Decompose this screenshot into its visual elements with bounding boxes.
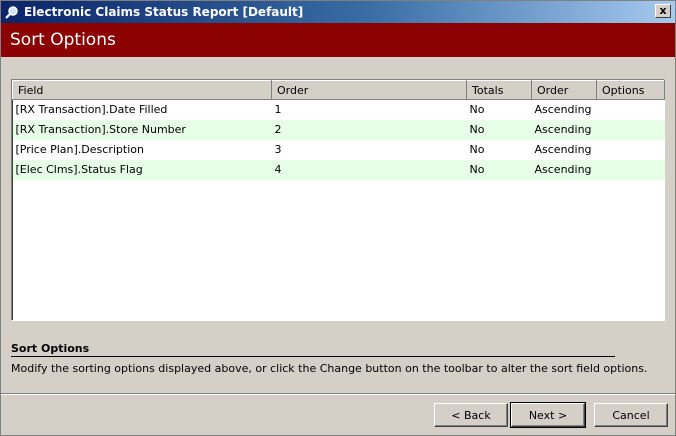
description-title: Sort Options	[11, 342, 90, 355]
cell-order: 1	[274, 103, 282, 117]
cell-direction: Ascending	[534, 143, 592, 156]
cell-totals: No	[466, 159, 532, 180]
description-text: Modify the sorting options displayed abo…	[11, 362, 648, 375]
description-divider	[11, 356, 615, 357]
magnifier-icon	[4, 4, 20, 20]
footer-separator	[1, 393, 675, 395]
table-row[interactable]: [Price Plan].Description 3 No Ascending	[13, 140, 665, 160]
table-row[interactable]: [RX Transaction].Date Filled 1 No Ascend…	[13, 100, 665, 120]
dialog-window: Electronic Claims Status Report [Default…	[0, 0, 676, 436]
column-header-totals[interactable]: Totals	[466, 80, 532, 100]
cell-direction: Ascending	[534, 103, 592, 117]
cell-options	[596, 119, 665, 140]
cell-direction: Ascending	[531, 159, 597, 180]
cell-totals: No	[469, 103, 485, 117]
cell-order: 4	[271, 159, 467, 180]
cancel-button[interactable]: Cancel	[594, 403, 668, 427]
cell-totals: No	[469, 143, 485, 156]
table-row[interactable]: [Elec Clms].Status Flag 4 No Ascending	[12, 159, 665, 180]
cell-options	[596, 159, 665, 180]
cell-options	[597, 140, 665, 160]
column-header-field[interactable]: Field	[12, 80, 272, 100]
column-header-direction[interactable]: Order	[531, 80, 597, 100]
cell-order: 3	[274, 143, 282, 156]
close-button[interactable]: x	[655, 4, 671, 18]
grid-header-row: Field Order Totals Order Options	[12, 80, 665, 100]
cell-field: [RX Transaction].Date Filled	[15, 103, 168, 117]
sort-fields-grid[interactable]: Field Order Totals Order Options [RX Tra…	[11, 79, 665, 321]
back-button[interactable]: < Back	[434, 403, 508, 427]
cell-field: [Price Plan].Description	[15, 143, 144, 156]
window-title: Electronic Claims Status Report [Default…	[24, 5, 304, 19]
cell-options	[597, 100, 665, 120]
title-bar[interactable]: Electronic Claims Status Report [Default…	[1, 1, 675, 23]
cell-totals: No	[466, 119, 532, 140]
column-header-order[interactable]: Order	[271, 80, 467, 100]
page-title: Sort Options	[1, 23, 675, 57]
next-button[interactable]: Next >	[510, 402, 586, 428]
cell-direction: Ascending	[531, 119, 597, 140]
cell-field: [Elec Clms].Status Flag	[12, 159, 272, 180]
table-row[interactable]: [RX Transaction].Store Number 2 No Ascen…	[12, 119, 665, 140]
column-header-options[interactable]: Options	[596, 80, 665, 100]
cell-order: 2	[271, 119, 467, 140]
cell-field: [RX Transaction].Store Number	[12, 119, 272, 140]
